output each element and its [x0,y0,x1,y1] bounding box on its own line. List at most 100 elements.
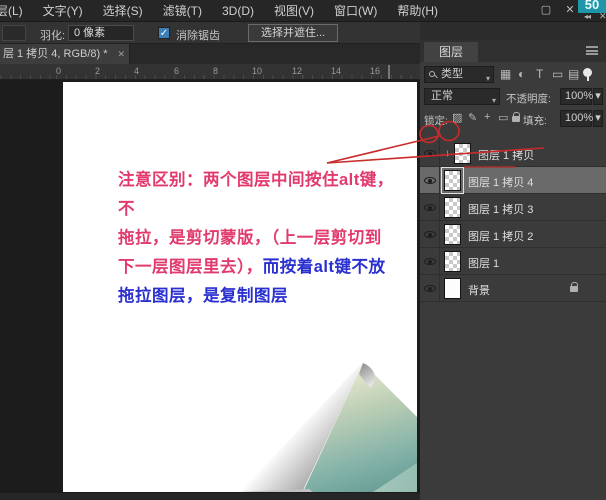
canvas-note-text: 注意区别：两个图层中间按住alt键，不 拖拉，是剪切蒙版，（上一层剪切到 下一层… [118,166,398,311]
restore-window-button[interactable]: ▢ [534,0,558,20]
layer-name[interactable]: 图层 1 拷贝 [478,147,534,163]
blend-mode-dropdown[interactable]: 正常 ▾ [424,88,500,105]
ruler-label: 8 [213,66,219,76]
layer-thumbnail[interactable] [444,197,461,218]
document-tab-title: 层 1 拷贝 4, RGB/8) * [3,48,108,60]
note-line: 注意区别：两个图层中间按住alt键，不 [118,171,394,218]
lock-all-icon[interactable] [512,112,521,122]
lock-label: 锁定: [424,115,448,127]
layer-name[interactable]: 图层 1 拷贝 3 [468,201,533,217]
type-filter-icon[interactable]: T [536,67,543,81]
layer-list: ↓ 图层 1 拷贝 图层 1 拷贝 4 图层 1 拷贝 3 图层 1 拷贝 2 … [420,140,606,302]
feather-input[interactable]: 0 像素 [68,25,134,41]
layer-name[interactable]: 图层 1 拷贝 2 [468,228,533,244]
layers-panel: 类型 ▾ ▦ ◐ T ▭ ▤ 正常 ▾ 不透明度: 100% ▾ 锁定: ▨ ✎… [420,62,606,500]
document-tab-bar: 层 1 拷贝 4, RGB/8) * ✕ [0,44,424,64]
ruler-cursor-indicator [388,65,390,79]
ruler-label: 6 [174,66,180,76]
layer-thumbnail[interactable] [454,143,471,164]
visibility-eye-icon[interactable] [424,285,436,292]
note-line: 而按着alt键不放 [262,258,386,276]
smart-object-filter-icon[interactable]: ▤ [568,67,579,81]
opacity-label: 不透明度: [506,93,551,105]
antialias-label: 消除锯齿 [176,30,220,42]
menu-filter[interactable]: 滤镜(T) [153,0,212,21]
filter-toggle-icon[interactable] [583,68,592,81]
document-tab-close-icon[interactable]: ✕ [117,44,125,64]
layer-thumbnail[interactable] [444,278,461,299]
search-icon [429,71,435,77]
visibility-eye-icon[interactable] [424,177,436,184]
pasteboard: 注意区别：两个图层中间按住alt键，不 拖拉，是剪切蒙版，（上一层剪切到 下一层… [0,80,420,493]
menu-window[interactable]: 窗口(W) [324,0,387,21]
layer-thumbnail[interactable] [441,167,464,194]
note-line: 下一层图层里去）， [118,258,263,276]
antialias-checkbox[interactable]: ✓ [158,27,170,39]
note-line: 拖拉，是剪切蒙版，（上一层剪切到 [118,229,382,247]
chevron-down-icon: ▾ [485,74,490,83]
layer-row-background[interactable]: 背景 [420,275,606,302]
note-line: 拖拉图层，是复制图层 [118,287,288,305]
collapse-dock-icon[interactable]: ◂◂ [584,12,591,21]
ruler-label: 4 [134,66,140,76]
menu-select[interactable]: 选择(S) [93,0,153,21]
canvas[interactable]: 注意区别：两个图层中间按住alt键，不 拖拉，是剪切蒙版，（上一层剪切到 下一层… [63,82,417,492]
layer-filter-kind-dropdown[interactable]: 类型 ▾ [424,66,494,83]
lock-pixels-icon[interactable]: ✎ [468,111,477,124]
select-and-mask-button[interactable]: 选择并遮住... [248,24,339,42]
layer-name[interactable]: 图层 1 [468,255,499,271]
lock-artboard-icon[interactable]: ▭ [498,111,508,124]
menu-help[interactable]: 帮助(H) [387,0,448,21]
photoshop-window: 图层(L) 文字(Y) 选择(S) 滤镜(T) 3D(D) 视图(V) 窗口(W… [0,0,606,500]
menu-3d[interactable]: 3D(D) [212,0,264,21]
menu-bar: 图层(L) 文字(Y) 选择(S) 滤镜(T) 3D(D) 视图(V) 窗口(W… [0,0,606,22]
fill-input[interactable]: 100% [560,110,593,127]
lock-transparency-icon[interactable]: ▨ [452,111,462,124]
fill-chevron-icon[interactable]: ▾ [593,110,603,127]
menu-view[interactable]: 视图(V) [264,0,324,21]
blend-mode-row: 正常 ▾ 不透明度: 100% ▾ [420,86,606,106]
filter-kind-label: 类型 [441,68,463,80]
layer-thumbnail[interactable] [444,224,461,245]
background-lock-icon [570,282,579,292]
document-tab[interactable]: 层 1 拷贝 4, RGB/8) * ✕ [0,44,130,64]
layers-panel-header: 图层 [420,40,606,62]
layer-row-copy2[interactable]: 图层 1 拷贝 2 [420,221,606,248]
layer-row-layer1[interactable]: 图层 1 [420,248,606,275]
menu-type[interactable]: 文字(Y) [33,0,93,21]
selection-mode-icon[interactable] [2,25,26,41]
ruler-label: 0 [56,66,62,76]
ruler-label: 16 [370,66,381,76]
lock-position-icon[interactable]: + [484,111,490,123]
layer-name[interactable]: 背景 [468,282,490,298]
adjustment-filter-icon[interactable]: ◐ [518,67,525,81]
panel-menu-icon[interactable] [586,46,598,55]
layer-row-copy4-selected[interactable]: 图层 1 拷贝 4 [420,167,606,194]
opacity-input[interactable]: 100% [560,88,593,105]
tool-options-bar: 羽化: 0 像素 ✓ 消除锯齿 选择并遮住... [0,22,424,44]
layer-row-copy3[interactable]: 图层 1 拷贝 3 [420,194,606,221]
ruler-label: 10 [252,66,263,76]
layer-name[interactable]: 图层 1 拷贝 4 [468,174,533,190]
visibility-eye-icon[interactable] [424,204,436,211]
visibility-eye-icon[interactable] [424,231,436,238]
pixel-layer-filter-icon[interactable]: ▦ [500,67,511,81]
chevron-down-icon: ▾ [491,96,496,105]
visibility-eye-icon[interactable] [424,258,436,265]
visibility-eye-icon[interactable] [424,150,436,157]
opacity-chevron-icon[interactable]: ▾ [593,88,603,105]
layer-filter-row: 类型 ▾ ▦ ◐ T ▭ ▤ [420,64,606,84]
canvas-bottom-strip [0,493,420,500]
horizontal-ruler[interactable]: 0 2 4 6 8 10 12 14 16 [0,64,420,80]
layer-row-copy[interactable]: ↓ 图层 1 拷贝 [420,140,606,167]
dock-close-icon[interactable]: ✕ [599,11,606,22]
fill-label: 填充: [523,115,547,127]
clipping-mask-arrow-icon: ↓ [445,148,450,159]
tab-layers[interactable]: 图层 [424,42,478,62]
layer-thumbnail[interactable] [444,251,461,272]
ruler-label: 12 [292,66,303,76]
shape-filter-icon[interactable]: ▭ [552,67,563,81]
blend-mode-value: 正常 [431,90,453,102]
menu-layer[interactable]: 图层(L) [0,0,33,21]
ruler-label: 14 [331,66,342,76]
